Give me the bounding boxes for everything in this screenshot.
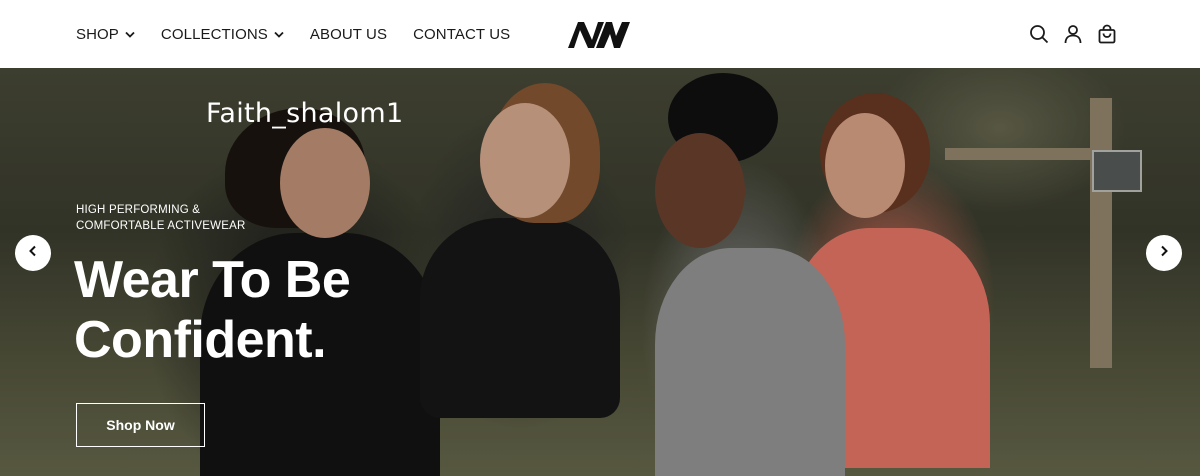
hero-headline-line2: Confident.	[74, 311, 327, 369]
hero-banner: Faith_shalom1 HIGH PERFORMING & COMFORTA…	[0, 68, 1200, 476]
hero-headline: Wear To Be Confident.	[74, 250, 494, 370]
chevron-right-icon	[1158, 244, 1170, 262]
chevron-left-icon	[27, 244, 39, 262]
hero-headline-line1: Wear To Be	[74, 251, 351, 309]
hero-kicker-line1: HIGH PERFORMING &	[76, 204, 201, 216]
nav-contact-us[interactable]: CONTACT US	[413, 26, 510, 43]
slider-prev-button[interactable]	[15, 235, 51, 271]
site-header: SHOP COLLECTIONS ABOUT US CONTACT US	[0, 0, 1200, 68]
account-icon[interactable]	[1062, 23, 1084, 45]
chevron-down-icon	[125, 31, 135, 38]
nav-collections-label: COLLECTIONS	[160, 25, 268, 43]
hero-kicker: HIGH PERFORMING & COMFORTABLE ACTIVEWEAR	[76, 202, 296, 234]
brand-logo[interactable]	[566, 18, 632, 50]
cart-icon[interactable]	[1096, 23, 1118, 45]
main-nav: SHOP COLLECTIONS ABOUT US CONTACT US	[76, 0, 536, 68]
nav-about-label: ABOUT US	[309, 25, 388, 43]
nav-contact-label: CONTACT US	[413, 25, 511, 43]
shop-now-button[interactable]: Shop Now	[76, 403, 205, 447]
nav-about-us[interactable]: ABOUT US	[310, 26, 387, 43]
hero-kicker-line2: COMFORTABLE ACTIVEWEAR	[76, 220, 246, 232]
nav-shop[interactable]: SHOP	[76, 26, 135, 43]
header-icons	[1016, 0, 1118, 68]
chevron-down-icon	[274, 31, 284, 38]
nav-shop-label: SHOP	[76, 25, 119, 43]
nav-collections[interactable]: COLLECTIONS	[161, 26, 284, 43]
slider-next-button[interactable]	[1146, 235, 1182, 271]
watermark-text: Faith_shalom1	[206, 98, 404, 129]
search-icon[interactable]	[1028, 23, 1050, 45]
